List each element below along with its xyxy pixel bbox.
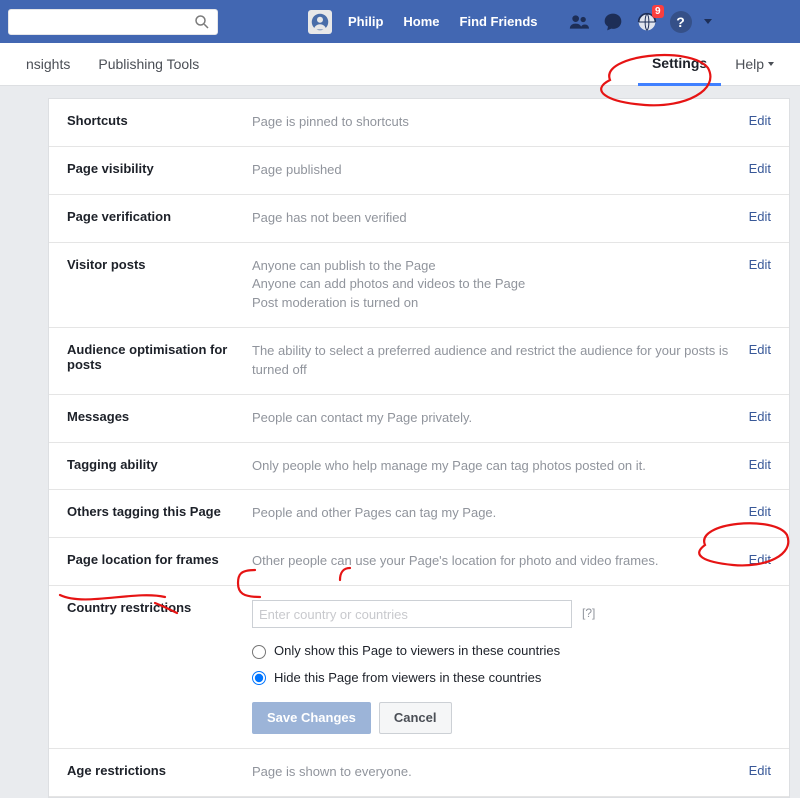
- row-page-location-frames: Page location for frames Other people ca…: [49, 538, 789, 586]
- tab-publishing-tools[interactable]: Publishing Tools: [84, 43, 213, 86]
- row-label: Visitor posts: [67, 257, 252, 272]
- row-page-visibility: Page visibility Page published Edit: [49, 147, 789, 195]
- chevron-down-icon: [768, 62, 774, 66]
- edit-link[interactable]: Edit: [749, 209, 771, 224]
- search-input[interactable]: [15, 14, 193, 29]
- edit-link[interactable]: Edit: [749, 763, 771, 778]
- row-body: Page is pinned to shortcuts: [252, 113, 731, 132]
- tab-help-label: Help: [735, 56, 764, 72]
- row-country-restrictions: Country restrictions [?] Only show this …: [49, 586, 789, 749]
- row-body: Page published: [252, 161, 731, 180]
- edit-link[interactable]: Edit: [749, 257, 771, 272]
- tab-help[interactable]: Help: [721, 43, 788, 86]
- row-label: Messages: [67, 409, 252, 424]
- row-visitor-posts: Visitor posts Anyone can publish to the …: [49, 243, 789, 329]
- row-label: Tagging ability: [67, 457, 252, 472]
- radio-only-show[interactable]: Only show this Page to viewers in these …: [252, 642, 731, 661]
- top-nav-bar: Philip Home Find Friends 9 ?: [0, 0, 800, 43]
- row-tagging-ability: Tagging ability Only people who help man…: [49, 443, 789, 491]
- row-body: Page has not been verified: [252, 209, 731, 228]
- row-label: Age restrictions: [67, 763, 252, 778]
- row-body: People and other Pages can tag my Page.: [252, 504, 731, 523]
- row-body: Other people can use your Page's locatio…: [252, 552, 731, 571]
- row-label: Page location for frames: [67, 552, 252, 567]
- search-icon[interactable]: [193, 13, 211, 31]
- row-label: Others tagging this Page: [67, 504, 252, 519]
- row-label: Page visibility: [67, 161, 252, 176]
- notifications-icon[interactable]: 9: [636, 11, 658, 33]
- page-tabs: nsights Publishing Tools Settings Help: [0, 43, 800, 86]
- radio-hide-input[interactable]: [252, 671, 266, 685]
- edit-link[interactable]: Edit: [749, 457, 771, 472]
- row-body: People can contact my Page privately.: [252, 409, 731, 428]
- row-body: Anyone can publish to the Page Anyone ca…: [252, 257, 731, 314]
- row-label: Page verification: [67, 209, 252, 224]
- row-shortcuts: Shortcuts Page is pinned to shortcuts Ed…: [49, 99, 789, 147]
- settings-panel: Shortcuts Page is pinned to shortcuts Ed…: [48, 98, 790, 798]
- tab-settings[interactable]: Settings: [638, 43, 721, 86]
- country-input[interactable]: [252, 600, 572, 628]
- search-bar: [8, 9, 218, 35]
- profile-link[interactable]: Philip: [338, 14, 393, 29]
- row-label: Audience optimisation for posts: [67, 342, 252, 372]
- row-body: Only people who help manage my Page can …: [252, 457, 731, 476]
- edit-link[interactable]: Edit: [749, 113, 771, 128]
- row-body: Page is shown to everyone.: [252, 763, 731, 782]
- row-others-tagging: Others tagging this Page People and othe…: [49, 490, 789, 538]
- tab-insights[interactable]: nsights: [12, 43, 84, 86]
- row-label: Country restrictions: [67, 600, 252, 615]
- row-page-verification: Page verification Page has not been veri…: [49, 195, 789, 243]
- save-changes-button[interactable]: Save Changes: [252, 702, 371, 734]
- home-link[interactable]: Home: [393, 14, 449, 29]
- row-audience-optimisation: Audience optimisation for posts The abil…: [49, 328, 789, 395]
- notification-badge: 9: [652, 5, 664, 18]
- friend-requests-icon[interactable]: [568, 11, 590, 33]
- row-label: Shortcuts: [67, 113, 252, 128]
- radio-hide[interactable]: Hide this Page from viewers in these cou…: [252, 669, 731, 688]
- edit-link[interactable]: Edit: [749, 161, 771, 176]
- edit-link[interactable]: Edit: [749, 409, 771, 424]
- row-body: The ability to select a preferred audien…: [252, 342, 731, 380]
- row-messages: Messages People can contact my Page priv…: [49, 395, 789, 443]
- edit-link[interactable]: Edit: [749, 504, 771, 519]
- find-friends-link[interactable]: Find Friends: [450, 14, 548, 29]
- help-tooltip-icon[interactable]: [?]: [582, 605, 595, 622]
- cancel-button[interactable]: Cancel: [379, 702, 452, 734]
- avatar[interactable]: [308, 10, 332, 34]
- help-icon[interactable]: ?: [670, 11, 692, 33]
- radio-only-show-input[interactable]: [252, 645, 266, 659]
- messages-icon[interactable]: [602, 11, 624, 33]
- account-dropdown-icon[interactable]: [704, 19, 712, 24]
- edit-link[interactable]: Edit: [749, 552, 771, 567]
- edit-link[interactable]: Edit: [749, 342, 771, 357]
